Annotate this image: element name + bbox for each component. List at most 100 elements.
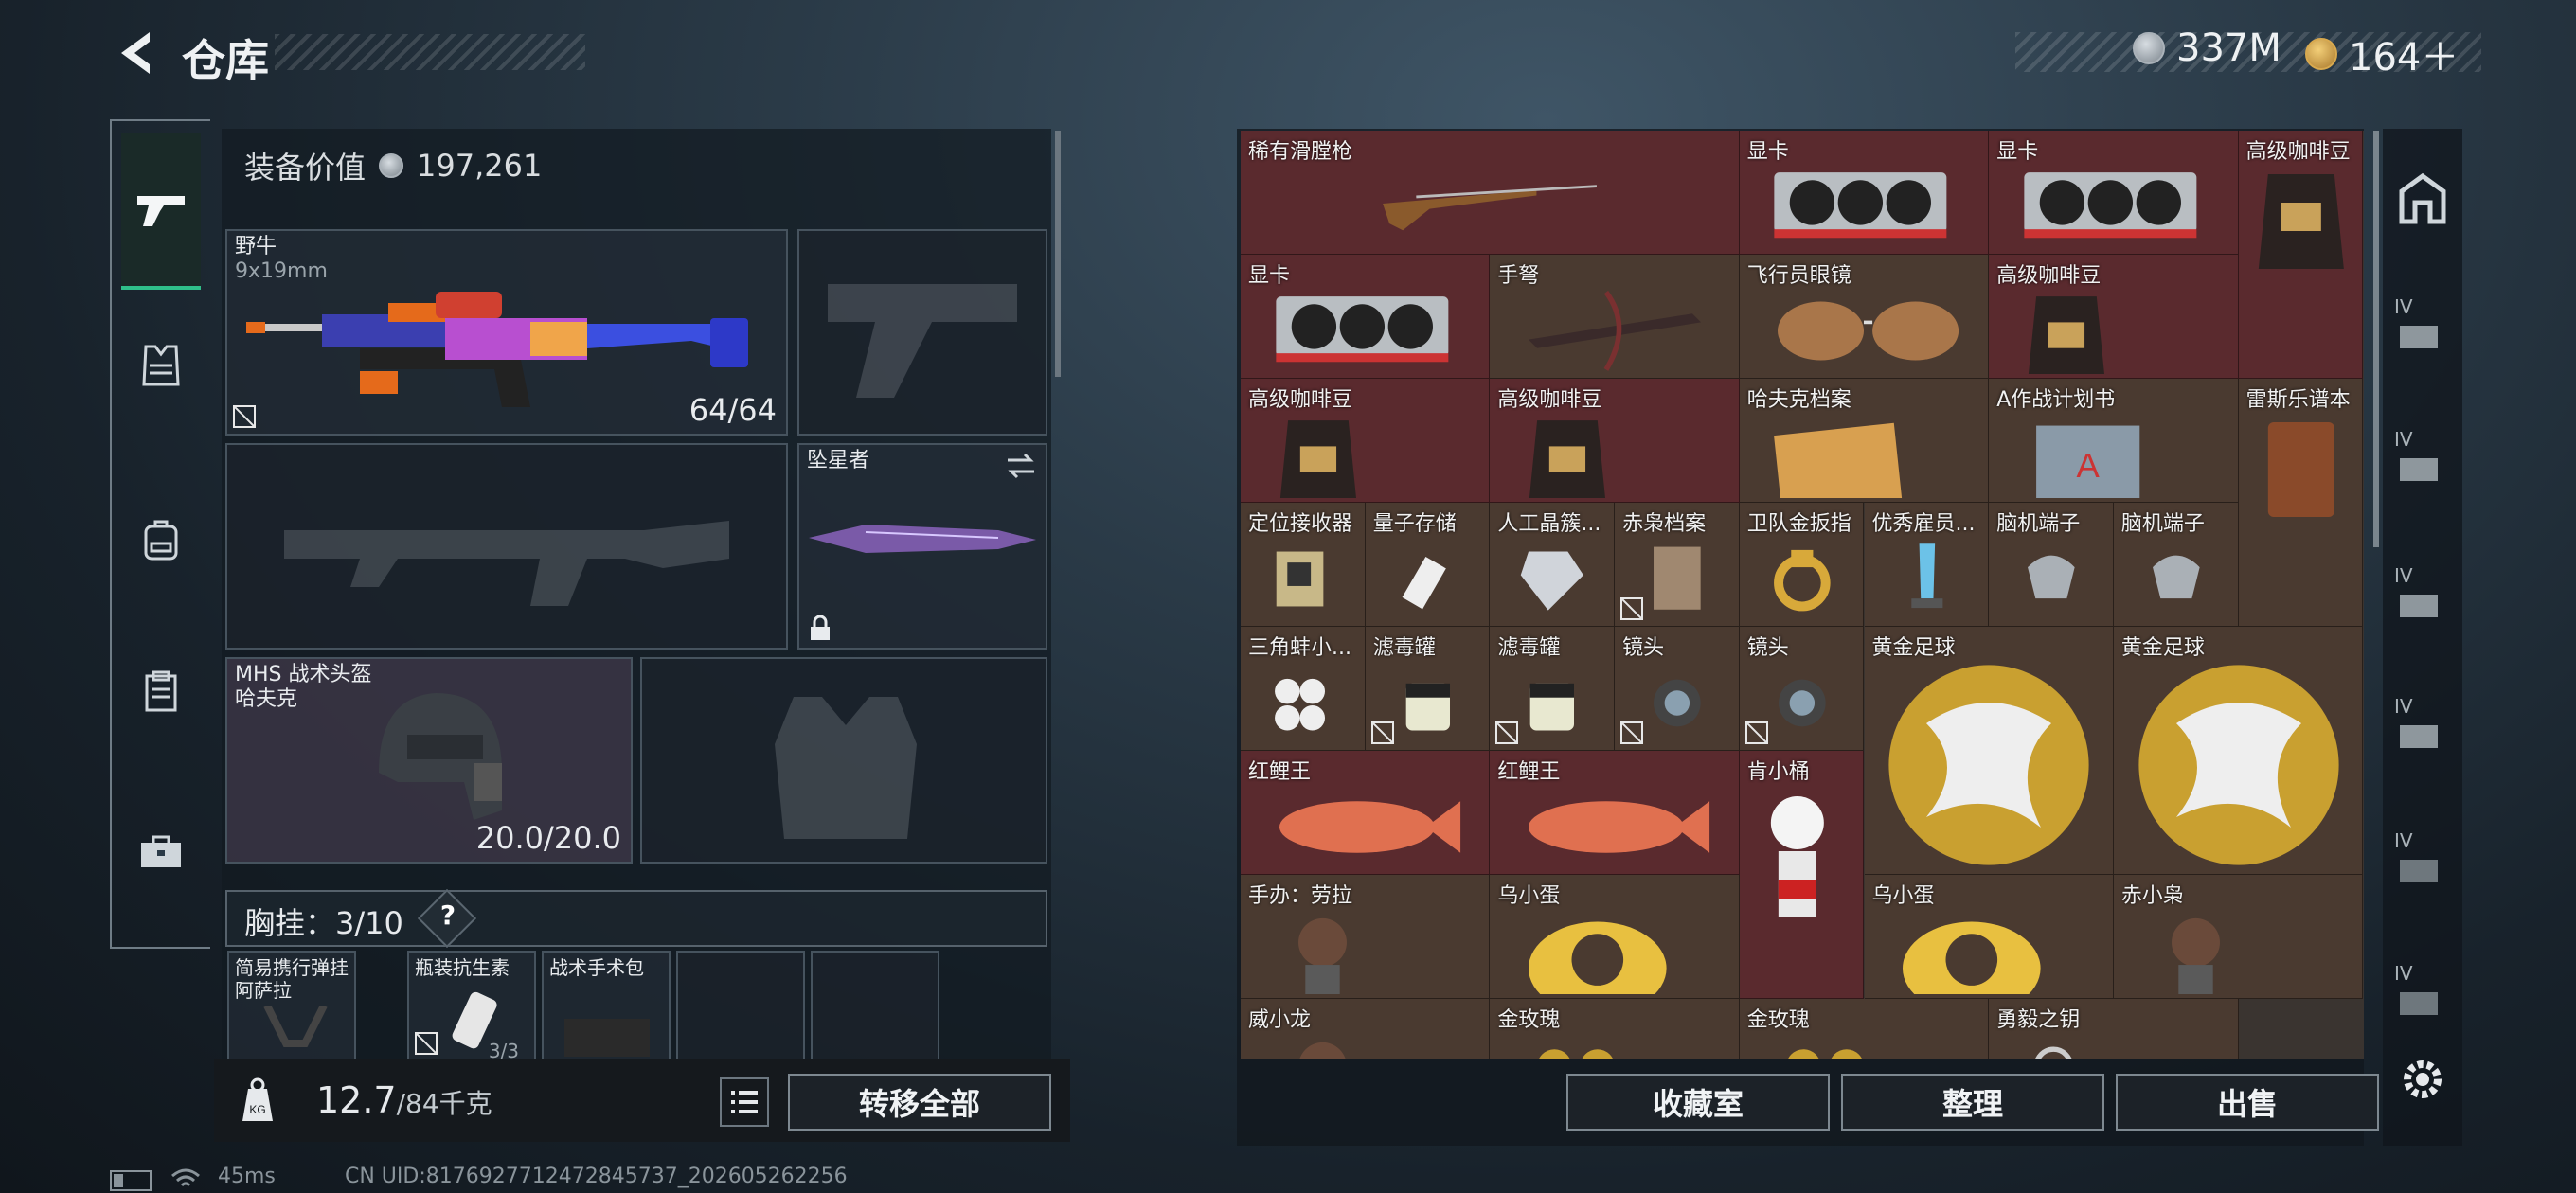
case-tab-4[interactable]: IV: [2394, 695, 2451, 752]
stash-item[interactable]: 镜头: [1739, 627, 1865, 751]
swap-icon[interactable]: [1006, 453, 1036, 479]
stash-item[interactable]: 红鲤王: [1490, 751, 1740, 875]
stash-item[interactable]: 稀有滑膛枪: [1241, 131, 1740, 255]
pistol-slot[interactable]: [797, 229, 1047, 436]
stash-item[interactable]: 滤毒罐: [1365, 627, 1491, 751]
stash-item[interactable]: 高级咖啡豆: [2238, 131, 2364, 379]
crystal-icon: [1521, 551, 1584, 611]
stash-item[interactable]: 显卡: [1989, 131, 2239, 255]
stash-item-name: 红鲤王: [1248, 760, 1312, 784]
stash-item[interactable]: 定位接收器: [1241, 503, 1366, 627]
nav-armor[interactable]: [121, 326, 201, 405]
stash-item[interactable]: 赤小枭: [2113, 875, 2364, 999]
settings-gear-icon[interactable]: [2394, 1051, 2451, 1108]
stash-item[interactable]: 高级咖啡豆: [1490, 379, 1740, 503]
no-drop-icon: [1620, 597, 1644, 620]
stash-item-name: 显卡: [1248, 264, 1291, 288]
carp-icon: [1529, 801, 1710, 853]
stash-item[interactable]: 三角蚌小...: [1241, 627, 1366, 751]
chest-empty-slot[interactable]: [811, 951, 939, 1060]
nav-weapons[interactable]: [121, 133, 201, 290]
figure-icon: [2171, 917, 2220, 994]
stash-item[interactable]: 肯小桶: [1739, 751, 1865, 999]
stash-item-name: 乌小蛋: [1497, 884, 1561, 908]
stash-item[interactable]: 金玫瑰: [1490, 999, 1740, 1059]
stash-item[interactable]: 高级咖啡豆: [1989, 255, 2239, 379]
gold-football-icon: [2138, 665, 2339, 865]
stash-item[interactable]: 脑机端子: [1989, 503, 2114, 627]
stash-item[interactable]: 乌小蛋: [1864, 875, 2114, 999]
rose-icon: [1788, 1049, 1863, 1059]
case-tab-1[interactable]: IV: [2394, 295, 2451, 352]
nav-backpack[interactable]: [121, 500, 201, 579]
chest-empty-slot[interactable]: [676, 951, 805, 1060]
stash-item[interactable]: 镜头: [1615, 627, 1740, 751]
sell-button[interactable]: 出售: [2116, 1074, 2379, 1131]
stash-item[interactable]: 卫队金扳指: [1739, 503, 1865, 627]
no-drop-icon: [415, 1032, 438, 1055]
gpu-icon: [2024, 172, 2197, 239]
case-tab-6[interactable]: IV: [2394, 962, 2451, 1019]
stash-item-name: 赤枭档案: [1622, 512, 1707, 536]
chest-item-ammo-rig[interactable]: 简易携行弹挂 阿萨拉: [227, 951, 356, 1060]
helmet-slot[interactable]: MHS 战术头盔 哈夫克 20.0/20.0: [225, 657, 633, 864]
melee-slot[interactable]: 坠星者: [797, 443, 1047, 650]
primary-weapon-slot[interactable]: 野牛 9x19mm 64/64: [225, 229, 788, 436]
stash-item[interactable]: 威小龙: [1241, 999, 1491, 1059]
stash-item[interactable]: 黄金足球: [1864, 627, 2114, 875]
coffee-bag-icon: [2028, 296, 2104, 374]
title-decoration: [275, 34, 585, 70]
stash-item-name: 稀有滑膛枪: [1248, 140, 1353, 164]
pearls-icon: [1275, 678, 1326, 731]
stash-item[interactable]: 黄金足球: [2113, 627, 2364, 875]
nav-case[interactable]: [121, 812, 201, 892]
stash-item[interactable]: 人工晶簇...: [1490, 503, 1616, 627]
stash-item[interactable]: 赤枭档案: [1615, 503, 1740, 627]
stash-item[interactable]: 勇毅之钥: [1989, 999, 2239, 1059]
stash-item[interactable]: 显卡: [1739, 131, 1990, 255]
chest-item-surgery-kit[interactable]: 战术手术包: [542, 951, 671, 1060]
stash-item[interactable]: 优秀雇员...: [1864, 503, 1990, 627]
stash-item[interactable]: 显卡: [1241, 255, 1491, 379]
stash-item[interactable]: 手弩: [1490, 255, 1740, 379]
stash-item[interactable]: 手办：劳拉: [1241, 875, 1491, 999]
crossbow-icon: [1529, 290, 1702, 371]
stash-item[interactable]: 量子存储: [1365, 503, 1491, 627]
stash-item-name: 哈夫克档案: [1746, 388, 1852, 412]
chest-item-antibiotics[interactable]: 瓶装抗生素 3/3: [407, 951, 536, 1060]
stash-item[interactable]: 高级咖啡豆: [1241, 379, 1491, 503]
stash-item-name: 镜头: [1746, 636, 1789, 660]
case-tab-5[interactable]: IV: [2394, 829, 2451, 886]
stash-item[interactable]: 滤毒罐: [1490, 627, 1616, 751]
secondary-weapon-slot[interactable]: [225, 443, 788, 650]
list-view-button[interactable]: [720, 1077, 769, 1127]
back-button[interactable]: [106, 25, 163, 81]
stash-item[interactable]: 哈夫克档案: [1739, 379, 1990, 503]
stash-item[interactable]: A作战计划书 A: [1989, 379, 2239, 503]
collection-room-button[interactable]: 收藏室: [1566, 1074, 1830, 1131]
stash-scrollbar[interactable]: [2373, 131, 2379, 547]
chest-rig-label: 胸挂：3/10: [244, 905, 403, 941]
stash-item[interactable]: 金玫瑰: [1739, 999, 1990, 1059]
gold-currency[interactable]: 164＋: [2305, 27, 2459, 81]
nav-chest-rig[interactable]: [121, 651, 201, 731]
coffee-bag-icon: [2258, 174, 2344, 269]
case-tab-2[interactable]: IV: [2394, 428, 2451, 485]
stash-item[interactable]: 雷斯乐谱本: [2238, 379, 2364, 627]
stash-grid: 稀有滑膛枪 显卡 显卡 高级咖啡豆 显卡 手弩 飞行员眼镜 高级咖啡豆 高级咖啡豆 高级咖啡豆 哈夫…: [1241, 131, 2364, 1059]
stash-item-name: 飞行员眼镜: [1746, 264, 1852, 288]
case-tab-3[interactable]: IV: [2394, 564, 2451, 621]
stash-item[interactable]: 飞行员眼镜: [1739, 255, 1990, 379]
sort-button[interactable]: 整理: [1841, 1074, 2104, 1131]
vault-icon[interactable]: [2394, 170, 2451, 227]
weight-readout: 12.7/84千克: [316, 1079, 492, 1121]
folder-icon: [1774, 422, 1903, 498]
transfer-all-button[interactable]: 转移全部: [788, 1074, 1051, 1131]
stash-item[interactable]: 乌小蛋: [1490, 875, 1740, 999]
loadout-scrollbar[interactable]: [1055, 131, 1061, 377]
usb-icon: [1402, 556, 1446, 610]
stash-item[interactable]: 红鲤王: [1241, 751, 1491, 875]
stash-item[interactable]: 脑机端子: [2113, 503, 2239, 627]
armor-slot[interactable]: [640, 657, 1047, 864]
figure-icon: [1299, 1042, 1346, 1059]
